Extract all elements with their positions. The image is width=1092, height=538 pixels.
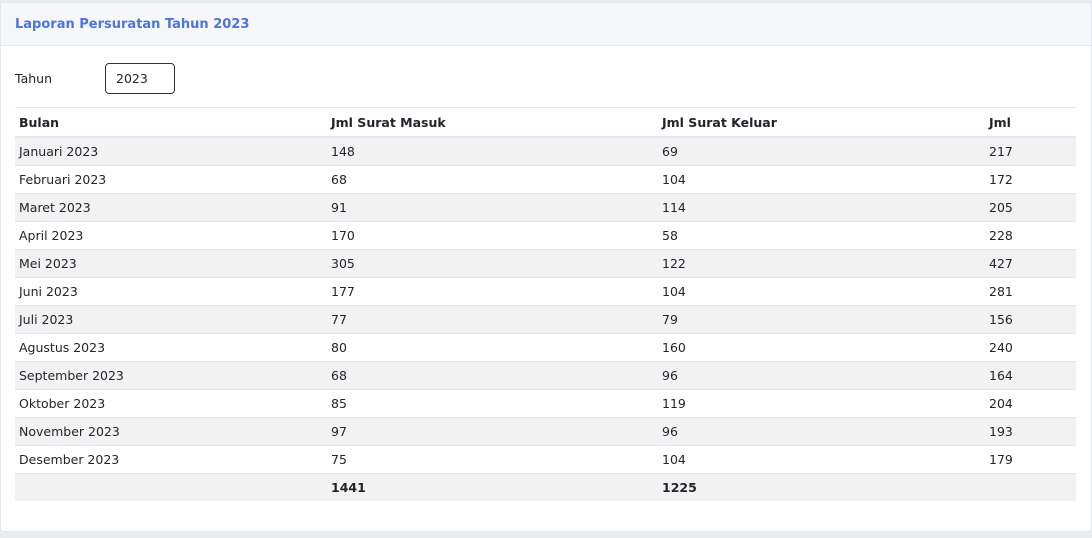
cell-total: 281: [985, 277, 1076, 306]
cell-outgoing: 160: [658, 333, 985, 362]
cell-incoming: 68: [327, 165, 658, 194]
cell-incoming: 177: [327, 277, 658, 306]
total-all: [985, 473, 1076, 501]
page-title: Laporan Persuratan Tahun 2023: [15, 16, 250, 32]
cell-outgoing: 58: [658, 221, 985, 250]
cell-total: 228: [985, 221, 1076, 250]
cell-month: Desember 2023: [15, 445, 327, 474]
cell-month: Agustus 2023: [15, 333, 327, 362]
cell-total: 156: [985, 305, 1076, 334]
cell-incoming: 148: [327, 136, 658, 166]
cell-incoming: 77: [327, 305, 658, 334]
cell-total: 217: [985, 136, 1076, 166]
cell-total: 240: [985, 333, 1076, 362]
cell-total: 427: [985, 249, 1076, 278]
column-header-total: Jml: [989, 114, 1011, 130]
cell-total: 172: [985, 165, 1076, 194]
year-label: Tahun: [15, 70, 52, 86]
table-row: Desember 2023 75 104 179: [15, 445, 1076, 474]
total-incoming: 1441: [327, 473, 658, 501]
cell-outgoing: 104: [658, 165, 985, 194]
table-row: November 2023 97 96 193: [15, 417, 1076, 446]
cell-month: Juni 2023: [15, 277, 327, 306]
cell-month: Maret 2023: [15, 193, 327, 222]
cell-month: Oktober 2023: [15, 389, 327, 418]
table-row: Maret 2023 91 114 205: [15, 193, 1076, 222]
column-header-outgoing: Jml Surat Keluar: [662, 114, 777, 130]
cell-incoming: 97: [327, 417, 658, 446]
table-row: September 2023 68 96 164: [15, 361, 1076, 390]
table-row: Juni 2023 177 104 281: [15, 277, 1076, 306]
totals-label: [15, 473, 327, 501]
table-row: Oktober 2023 85 119 204: [15, 389, 1076, 418]
cell-total: 193: [985, 417, 1076, 446]
year-input[interactable]: [105, 62, 175, 94]
cell-month: Juli 2023: [15, 305, 327, 334]
cell-month: April 2023: [15, 221, 327, 250]
cell-outgoing: 122: [658, 249, 985, 278]
cell-total: 164: [985, 361, 1076, 390]
column-header-incoming: Jml Surat Masuk: [331, 114, 446, 130]
cell-incoming: 305: [327, 249, 658, 278]
table-row: Juli 2023 77 79 156: [15, 305, 1076, 334]
cell-total: 179: [985, 445, 1076, 474]
cell-incoming: 80: [327, 333, 658, 362]
cell-total: 205: [985, 193, 1076, 222]
cell-month: September 2023: [15, 361, 327, 390]
cell-outgoing: 96: [658, 417, 985, 446]
cell-incoming: 170: [327, 221, 658, 250]
year-filter: Tahun: [15, 62, 175, 94]
cell-month: Februari 2023: [15, 165, 327, 194]
report-card: Laporan Persuratan Tahun 2023 Tahun Bula…: [0, 2, 1092, 532]
table-body: Januari 2023 148 69 217 Februari 2023 68 104 17…: [15, 136, 1076, 474]
cell-outgoing: 79: [658, 305, 985, 334]
table-row: April 2023 170 58 228: [15, 221, 1076, 250]
cell-month: Januari 2023: [15, 136, 327, 166]
cell-outgoing: 114: [658, 193, 985, 222]
cell-incoming: 85: [327, 389, 658, 418]
cell-total: 204: [985, 389, 1076, 418]
cell-outgoing: 104: [658, 445, 985, 474]
cell-outgoing: 96: [658, 361, 985, 390]
cell-month: November 2023: [15, 417, 327, 446]
report-table: Bulan Jml Surat Masuk Jml Surat Keluar J…: [15, 107, 1076, 501]
total-outgoing: 1225: [658, 473, 985, 501]
totals-row: 1441 1225: [15, 473, 1076, 501]
cell-incoming: 75: [327, 445, 658, 474]
table-row: Februari 2023 68 104 172: [15, 165, 1076, 194]
table-row: Mei 2023 305 122 427: [15, 249, 1076, 278]
cell-outgoing: 119: [658, 389, 985, 418]
card-header: Laporan Persuratan Tahun 2023: [1, 3, 1091, 46]
cell-incoming: 68: [327, 361, 658, 390]
cell-outgoing: 69: [658, 136, 985, 166]
column-header-month: Bulan: [19, 114, 60, 130]
cell-outgoing: 104: [658, 277, 985, 306]
cell-month: Mei 2023: [15, 249, 327, 278]
cell-incoming: 91: [327, 193, 658, 222]
table-row: Agustus 2023 80 160 240: [15, 333, 1076, 362]
table-row: Januari 2023 148 69 217: [15, 136, 1076, 166]
table-header-row: Bulan Jml Surat Masuk Jml Surat Keluar J…: [15, 107, 1076, 137]
